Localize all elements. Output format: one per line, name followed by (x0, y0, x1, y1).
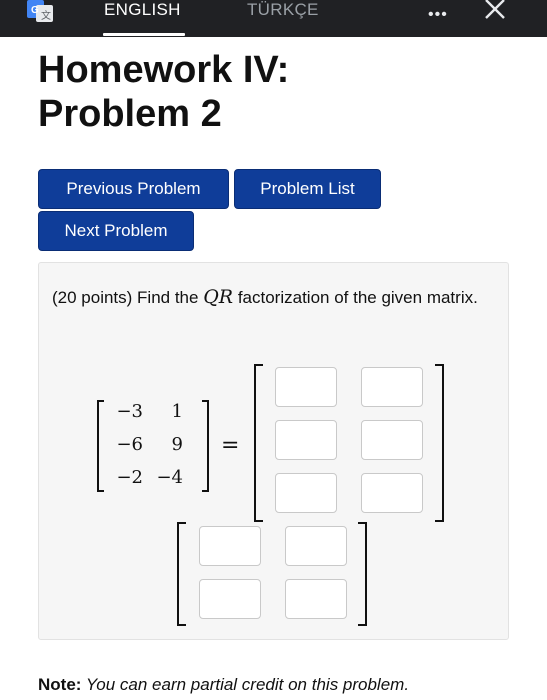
r-answer-input[interactable] (199, 579, 261, 619)
matrix-cell: −2 (116, 467, 143, 488)
q-answer-input[interactable] (361, 473, 423, 513)
more-options-icon[interactable]: ••• (428, 6, 448, 24)
tab-english[interactable]: ENGLISH (103, 0, 185, 37)
tab-english-label: ENGLISH (104, 0, 181, 19)
previous-problem-button[interactable]: Previous Problem (38, 169, 229, 209)
problem-list-button[interactable]: Problem List (234, 169, 381, 209)
matrix-cell: 1 (171, 401, 183, 422)
active-tab-indicator (103, 33, 185, 36)
note-label: Note: (38, 675, 82, 694)
page-title: Homework IV: Problem 2 (38, 48, 289, 136)
note-text: You can earn partial credit on this prob… (81, 675, 410, 694)
q-answer-input[interactable] (275, 367, 337, 407)
matrix-cell: −3 (116, 401, 143, 422)
matrix-cell: −6 (116, 434, 143, 455)
equals-sign: = (221, 433, 240, 458)
r-answer-input[interactable] (285, 579, 347, 619)
tab-turkish[interactable]: TÜRKÇE (247, 0, 319, 37)
partial-credit-note: Note: You can earn partial credit on thi… (38, 675, 409, 695)
svg-text:文: 文 (41, 9, 51, 22)
q-answer-input[interactable] (275, 473, 337, 513)
google-translate-icon[interactable]: G 文 (27, 0, 53, 22)
matrix-cell: 9 (171, 434, 183, 455)
qr-equation: −3 1 −6 9 −2 −4 = (39, 263, 510, 641)
page-title-line1: Homework IV: (38, 49, 290, 91)
svg-text:G: G (31, 5, 39, 16)
problem-box: (20 points) Find the QR factorization of… (38, 262, 509, 640)
page-title-line2: Problem 2 (38, 93, 222, 135)
q-answer-input[interactable] (275, 420, 337, 460)
close-icon[interactable] (484, 0, 506, 21)
r-answer-input[interactable] (285, 526, 347, 566)
q-answer-input[interactable] (361, 420, 423, 460)
q-answer-input[interactable] (361, 367, 423, 407)
translate-bar: G 文 ENGLISH TÜRKÇE ••• (0, 0, 547, 37)
matrix-cell: −4 (156, 467, 183, 488)
next-problem-button[interactable]: Next Problem (38, 211, 194, 251)
r-answer-input[interactable] (199, 526, 261, 566)
